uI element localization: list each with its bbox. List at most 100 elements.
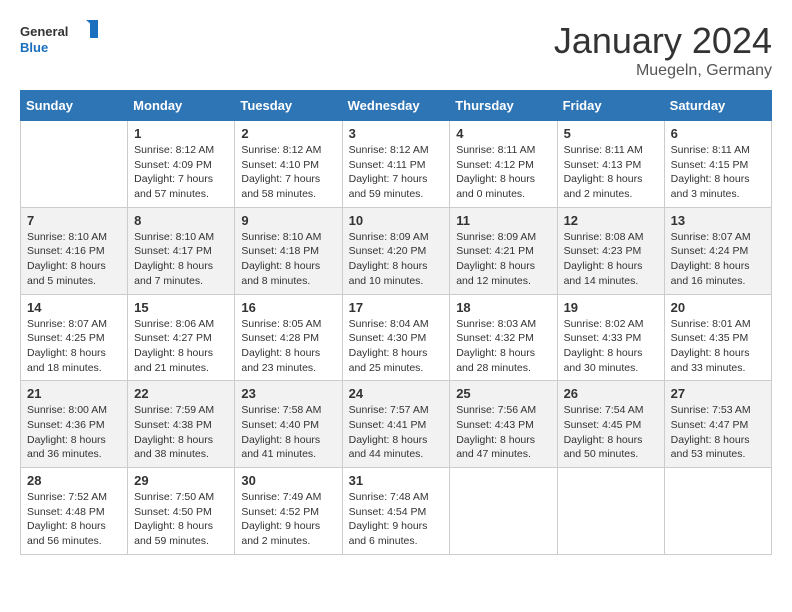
day-number: 28 bbox=[27, 473, 121, 488]
day-number: 3 bbox=[349, 126, 444, 141]
day-header-sunday: Sunday bbox=[21, 91, 128, 121]
day-cell: 28 Sunrise: 7:52 AMSunset: 4:48 PMDayligh… bbox=[21, 468, 128, 555]
day-info: Sunrise: 8:10 AMSunset: 4:18 PMDaylight:… bbox=[241, 230, 335, 289]
day-cell: 2 Sunrise: 8:12 AMSunset: 4:10 PMDaylight… bbox=[235, 121, 342, 208]
day-info: Sunrise: 7:57 AMSunset: 4:41 PMDaylight:… bbox=[349, 403, 444, 462]
day-number: 2 bbox=[241, 126, 335, 141]
day-info: Sunrise: 8:10 AMSunset: 4:17 PMDaylight:… bbox=[134, 230, 228, 289]
day-number: 31 bbox=[349, 473, 444, 488]
day-cell: 16 Sunrise: 8:05 AMSunset: 4:28 PMDayligh… bbox=[235, 294, 342, 381]
day-info: Sunrise: 7:59 AMSunset: 4:38 PMDaylight:… bbox=[134, 403, 228, 462]
day-cell: 30 Sunrise: 7:49 AMSunset: 4:52 PMDayligh… bbox=[235, 468, 342, 555]
day-cell: 1 Sunrise: 8:12 AMSunset: 4:09 PMDaylight… bbox=[128, 121, 235, 208]
day-info: Sunrise: 7:50 AMSunset: 4:50 PMDaylight:… bbox=[134, 490, 228, 549]
day-header-wednesday: Wednesday bbox=[342, 91, 450, 121]
day-cell bbox=[450, 468, 557, 555]
day-cell: 3 Sunrise: 8:12 AMSunset: 4:11 PMDaylight… bbox=[342, 121, 450, 208]
day-number: 4 bbox=[456, 126, 550, 141]
day-number: 29 bbox=[134, 473, 228, 488]
day-info: Sunrise: 7:49 AMSunset: 4:52 PMDaylight:… bbox=[241, 490, 335, 549]
day-cell: 13 Sunrise: 8:07 AMSunset: 4:24 PMDayligh… bbox=[664, 207, 771, 294]
day-cell: 25 Sunrise: 7:56 AMSunset: 4:43 PMDayligh… bbox=[450, 381, 557, 468]
page-header: General Blue January 2024 Muegeln, Germa… bbox=[20, 20, 772, 80]
logo: General Blue bbox=[20, 20, 100, 60]
day-header-saturday: Saturday bbox=[664, 91, 771, 121]
day-info: Sunrise: 8:09 AMSunset: 4:20 PMDaylight:… bbox=[349, 230, 444, 289]
day-info: Sunrise: 8:00 AMSunset: 4:36 PMDaylight:… bbox=[27, 403, 121, 462]
svg-text:Blue: Blue bbox=[20, 40, 48, 55]
day-info: Sunrise: 7:54 AMSunset: 4:45 PMDaylight:… bbox=[564, 403, 658, 462]
day-info: Sunrise: 8:08 AMSunset: 4:23 PMDaylight:… bbox=[564, 230, 658, 289]
day-number: 25 bbox=[456, 386, 550, 401]
day-cell: 31 Sunrise: 7:48 AMSunset: 4:54 PMDayligh… bbox=[342, 468, 450, 555]
day-cell: 21 Sunrise: 8:00 AMSunset: 4:36 PMDayligh… bbox=[21, 381, 128, 468]
day-cell: 20Sunrise: 8:01 AMSunset: 4:35 PMDayligh… bbox=[664, 294, 771, 381]
day-cell: 6Sunrise: 8:11 AMSunset: 4:15 PMDaylight… bbox=[664, 121, 771, 208]
day-cell: 7 Sunrise: 8:10 AMSunset: 4:16 PMDaylight… bbox=[21, 207, 128, 294]
day-info: Sunrise: 7:48 AMSunset: 4:54 PMDaylight:… bbox=[349, 490, 444, 549]
day-info: Sunrise: 8:12 AMSunset: 4:10 PMDaylight:… bbox=[241, 143, 335, 202]
day-info: Sunrise: 8:12 AMSunset: 4:09 PMDaylight:… bbox=[134, 143, 228, 202]
day-info: Sunrise: 8:12 AMSunset: 4:11 PMDaylight:… bbox=[349, 143, 444, 202]
day-cell: 29 Sunrise: 7:50 AMSunset: 4:50 PMDayligh… bbox=[128, 468, 235, 555]
day-number: 19 bbox=[564, 300, 658, 315]
day-cell: 17Sunrise: 8:04 AMSunset: 4:30 PMDayligh… bbox=[342, 294, 450, 381]
day-cell: 5Sunrise: 8:11 AMSunset: 4:13 PMDaylight… bbox=[557, 121, 664, 208]
day-number: 22 bbox=[134, 386, 228, 401]
day-number: 7 bbox=[27, 213, 121, 228]
day-header-thursday: Thursday bbox=[450, 91, 557, 121]
week-row: 21 Sunrise: 8:00 AMSunset: 4:36 PMDayligh… bbox=[21, 381, 772, 468]
day-number: 11 bbox=[456, 213, 550, 228]
day-info: Sunrise: 8:09 AMSunset: 4:21 PMDaylight:… bbox=[456, 230, 550, 289]
day-info: Sunrise: 7:58 AMSunset: 4:40 PMDaylight:… bbox=[241, 403, 335, 462]
day-cell: 14 Sunrise: 8:07 AMSunset: 4:25 PMDayligh… bbox=[21, 294, 128, 381]
day-number: 21 bbox=[27, 386, 121, 401]
day-number: 5 bbox=[564, 126, 658, 141]
day-info: Sunrise: 8:05 AMSunset: 4:28 PMDaylight:… bbox=[241, 317, 335, 376]
day-cell: 19 Sunrise: 8:02 AMSunset: 4:33 PMDayligh… bbox=[557, 294, 664, 381]
day-cell: 24 Sunrise: 7:57 AMSunset: 4:41 PMDayligh… bbox=[342, 381, 450, 468]
day-cell: 10Sunrise: 8:09 AMSunset: 4:20 PMDayligh… bbox=[342, 207, 450, 294]
location: Muegeln, Germany bbox=[554, 62, 772, 80]
day-cell bbox=[557, 468, 664, 555]
month-title: January 2024 bbox=[554, 20, 772, 62]
day-info: Sunrise: 7:56 AMSunset: 4:43 PMDaylight:… bbox=[456, 403, 550, 462]
day-cell: 22 Sunrise: 7:59 AMSunset: 4:38 PMDayligh… bbox=[128, 381, 235, 468]
day-header-monday: Monday bbox=[128, 91, 235, 121]
day-number: 20 bbox=[671, 300, 765, 315]
calendar-table: SundayMondayTuesdayWednesdayThursdayFrid… bbox=[20, 90, 772, 555]
day-number: 9 bbox=[241, 213, 335, 228]
day-header-friday: Friday bbox=[557, 91, 664, 121]
day-number: 26 bbox=[564, 386, 658, 401]
day-number: 15 bbox=[134, 300, 228, 315]
day-info: Sunrise: 8:04 AMSunset: 4:30 PMDaylight:… bbox=[349, 317, 444, 376]
day-info: Sunrise: 8:06 AMSunset: 4:27 PMDaylight:… bbox=[134, 317, 228, 376]
day-number: 24 bbox=[349, 386, 444, 401]
day-number: 8 bbox=[134, 213, 228, 228]
day-cell: 11 Sunrise: 8:09 AMSunset: 4:21 PMDayligh… bbox=[450, 207, 557, 294]
day-info: Sunrise: 8:02 AMSunset: 4:33 PMDaylight:… bbox=[564, 317, 658, 376]
title-block: January 2024 Muegeln, Germany bbox=[554, 20, 772, 80]
day-info: Sunrise: 8:07 AMSunset: 4:24 PMDaylight:… bbox=[671, 230, 765, 289]
day-number: 16 bbox=[241, 300, 335, 315]
day-number: 30 bbox=[241, 473, 335, 488]
day-info: Sunrise: 8:11 AMSunset: 4:15 PMDaylight:… bbox=[671, 143, 765, 202]
day-cell: 15 Sunrise: 8:06 AMSunset: 4:27 PMDayligh… bbox=[128, 294, 235, 381]
day-info: Sunrise: 8:10 AMSunset: 4:16 PMDaylight:… bbox=[27, 230, 121, 289]
day-cell: 27Sunrise: 7:53 AMSunset: 4:47 PMDayligh… bbox=[664, 381, 771, 468]
day-number: 1 bbox=[134, 126, 228, 141]
day-number: 23 bbox=[241, 386, 335, 401]
week-row: 14 Sunrise: 8:07 AMSunset: 4:25 PMDayligh… bbox=[21, 294, 772, 381]
day-cell: 4Sunrise: 8:11 AMSunset: 4:12 PMDaylight… bbox=[450, 121, 557, 208]
day-info: Sunrise: 7:52 AMSunset: 4:48 PMDaylight:… bbox=[27, 490, 121, 549]
day-number: 18 bbox=[456, 300, 550, 315]
day-cell bbox=[21, 121, 128, 208]
day-cell: 12Sunrise: 8:08 AMSunset: 4:23 PMDayligh… bbox=[557, 207, 664, 294]
week-row: 1 Sunrise: 8:12 AMSunset: 4:09 PMDaylight… bbox=[21, 121, 772, 208]
day-number: 13 bbox=[671, 213, 765, 228]
week-row: 7 Sunrise: 8:10 AMSunset: 4:16 PMDaylight… bbox=[21, 207, 772, 294]
day-cell: 8 Sunrise: 8:10 AMSunset: 4:17 PMDaylight… bbox=[128, 207, 235, 294]
day-number: 14 bbox=[27, 300, 121, 315]
day-cell: 18Sunrise: 8:03 AMSunset: 4:32 PMDayligh… bbox=[450, 294, 557, 381]
day-info: Sunrise: 8:07 AMSunset: 4:25 PMDaylight:… bbox=[27, 317, 121, 376]
